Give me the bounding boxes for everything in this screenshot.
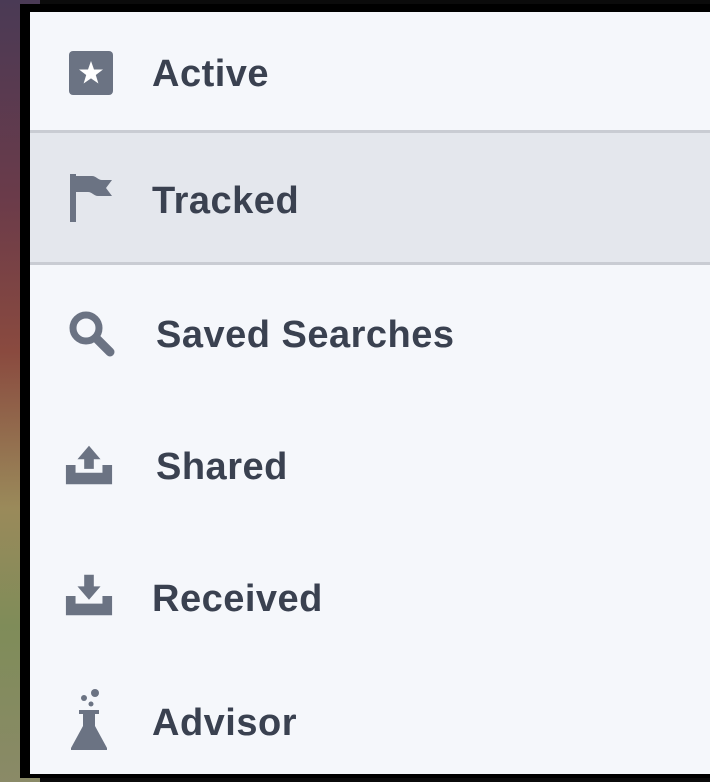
sidebar-item-label: Active (152, 53, 270, 95)
sidebar-menu: Active Tracked Saved Searches Shared Rec… (30, 12, 710, 774)
star-box-icon (66, 48, 116, 98)
download-tray-icon (64, 570, 114, 620)
sidebar-item-saved-searches[interactable]: Saved Searches (30, 270, 710, 400)
sidebar-item-received[interactable]: Received (30, 534, 710, 664)
sidebar-item-label: Saved Searches (156, 314, 455, 356)
search-icon (66, 308, 116, 358)
sidebar-item-shared[interactable]: Shared (30, 402, 710, 532)
upload-tray-icon (64, 440, 114, 490)
sidebar-item-advisor[interactable]: Advisor (30, 664, 710, 774)
sidebar-item-active[interactable]: Active (30, 12, 710, 142)
flag-icon (66, 173, 116, 223)
sidebar-item-tracked[interactable]: Tracked (30, 130, 710, 265)
sidebar-item-label: Tracked (152, 180, 300, 222)
sidebar-item-label: Received (152, 578, 323, 620)
sidebar-item-label: Advisor (152, 702, 297, 744)
sidebar-item-label: Shared (156, 446, 288, 488)
flask-icon (64, 688, 114, 752)
